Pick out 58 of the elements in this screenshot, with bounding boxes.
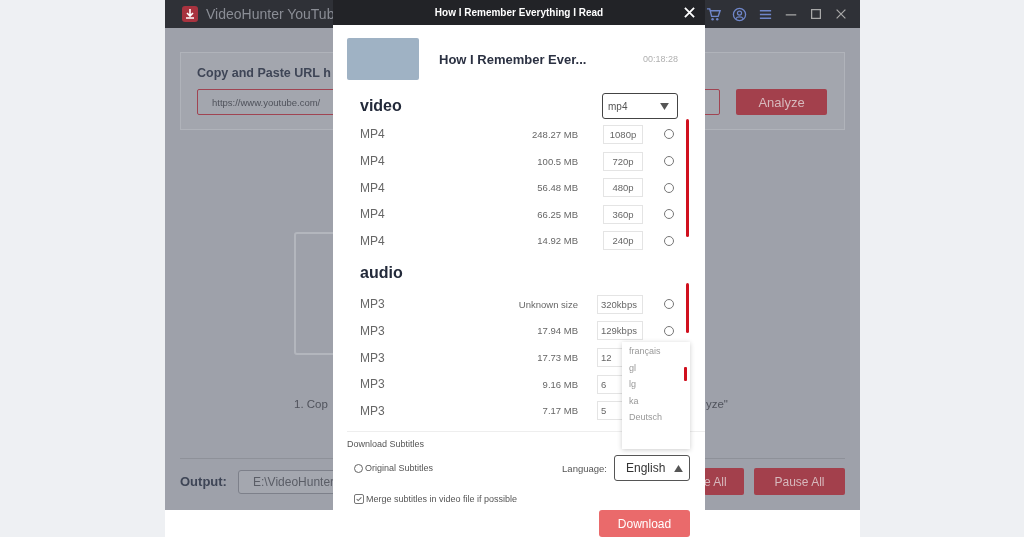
caret-up-icon <box>674 464 683 472</box>
url-label: Copy and Paste URL h <box>197 66 332 80</box>
format-label: MP4 <box>360 154 386 169</box>
file-size: 7.17 MB <box>541 405 578 417</box>
language-label: Language: <box>562 462 607 474</box>
format-label: MP4 <box>360 207 386 222</box>
instruction-text: 1. Cop <box>294 398 328 410</box>
close-icon[interactable] <box>684 7 695 18</box>
quality-tag: 360p <box>603 204 643 224</box>
quality-tag: 320kbps <box>597 294 643 314</box>
scrollbar-thumb[interactable] <box>684 367 687 381</box>
format-label: MP4 <box>360 233 386 248</box>
language-dropdown[interactable]: English <box>614 455 690 481</box>
file-size: 56.48 MB <box>536 182 578 194</box>
maximize-icon[interactable] <box>809 7 823 21</box>
format-label: MP4 <box>360 180 386 195</box>
quality-tag: 720p <box>603 151 643 171</box>
file-size: Unknown size <box>517 298 578 310</box>
quality-tag: 1080p <box>603 124 643 144</box>
analyze-button[interactable]: Analyze <box>736 89 827 115</box>
download-button[interactable]: Download <box>599 510 690 537</box>
quality-tag: 480p <box>603 178 643 198</box>
file-size: 248.27 MB <box>531 128 578 140</box>
action-button[interactable]: e All <box>704 468 744 495</box>
app-title: VideoHunter YouTub <box>206 6 335 22</box>
instruction-text: yze" <box>705 398 728 410</box>
download-logo-icon <box>182 6 198 22</box>
quality-tag: 129kbps <box>597 321 643 341</box>
file-size: 14.92 MB <box>536 235 578 247</box>
section-heading: audio <box>360 263 403 282</box>
video-title: How I Remember Ever... <box>439 51 587 67</box>
caret-down-icon <box>660 102 669 110</box>
quality-tag: 240p <box>603 231 643 251</box>
cart-icon[interactable] <box>706 6 721 22</box>
format-label: MP3 <box>360 297 386 312</box>
scrollbar-thumb[interactable] <box>686 283 689 334</box>
format-label: MP3 <box>360 350 386 365</box>
file-size: 17.94 MB <box>536 325 578 337</box>
file-size: 66.25 MB <box>536 208 578 220</box>
file-size: 100.5 MB <box>536 155 578 167</box>
output-label: Output: <box>180 474 227 489</box>
scrollbar-thumb[interactable] <box>686 119 689 238</box>
subtitles-heading: Download Subtitles <box>347 439 426 449</box>
format-label: MP4 <box>360 127 386 142</box>
video-thumbnail-placeholder <box>347 38 419 81</box>
format-label: MP3 <box>360 403 386 418</box>
video-duration: 00:18:28 <box>642 54 678 65</box>
file-size: 9.16 MB <box>541 378 578 390</box>
action-button[interactable]: Pause All <box>754 468 845 495</box>
user-icon[interactable] <box>732 6 747 22</box>
dialog-title: How I Remember Everything I Read <box>434 6 604 18</box>
format-label: MP3 <box>360 323 386 338</box>
section-heading: video <box>360 97 402 116</box>
checkmark-icon <box>355 495 363 503</box>
format-dropdown[interactable]: mp4 <box>602 93 678 120</box>
file-size: 17.73 MB <box>536 352 578 363</box>
format-label: MP3 <box>360 377 386 392</box>
merge-subtitles-checkbox[interactable]: Merge subtitles in video file if possible <box>347 494 705 504</box>
